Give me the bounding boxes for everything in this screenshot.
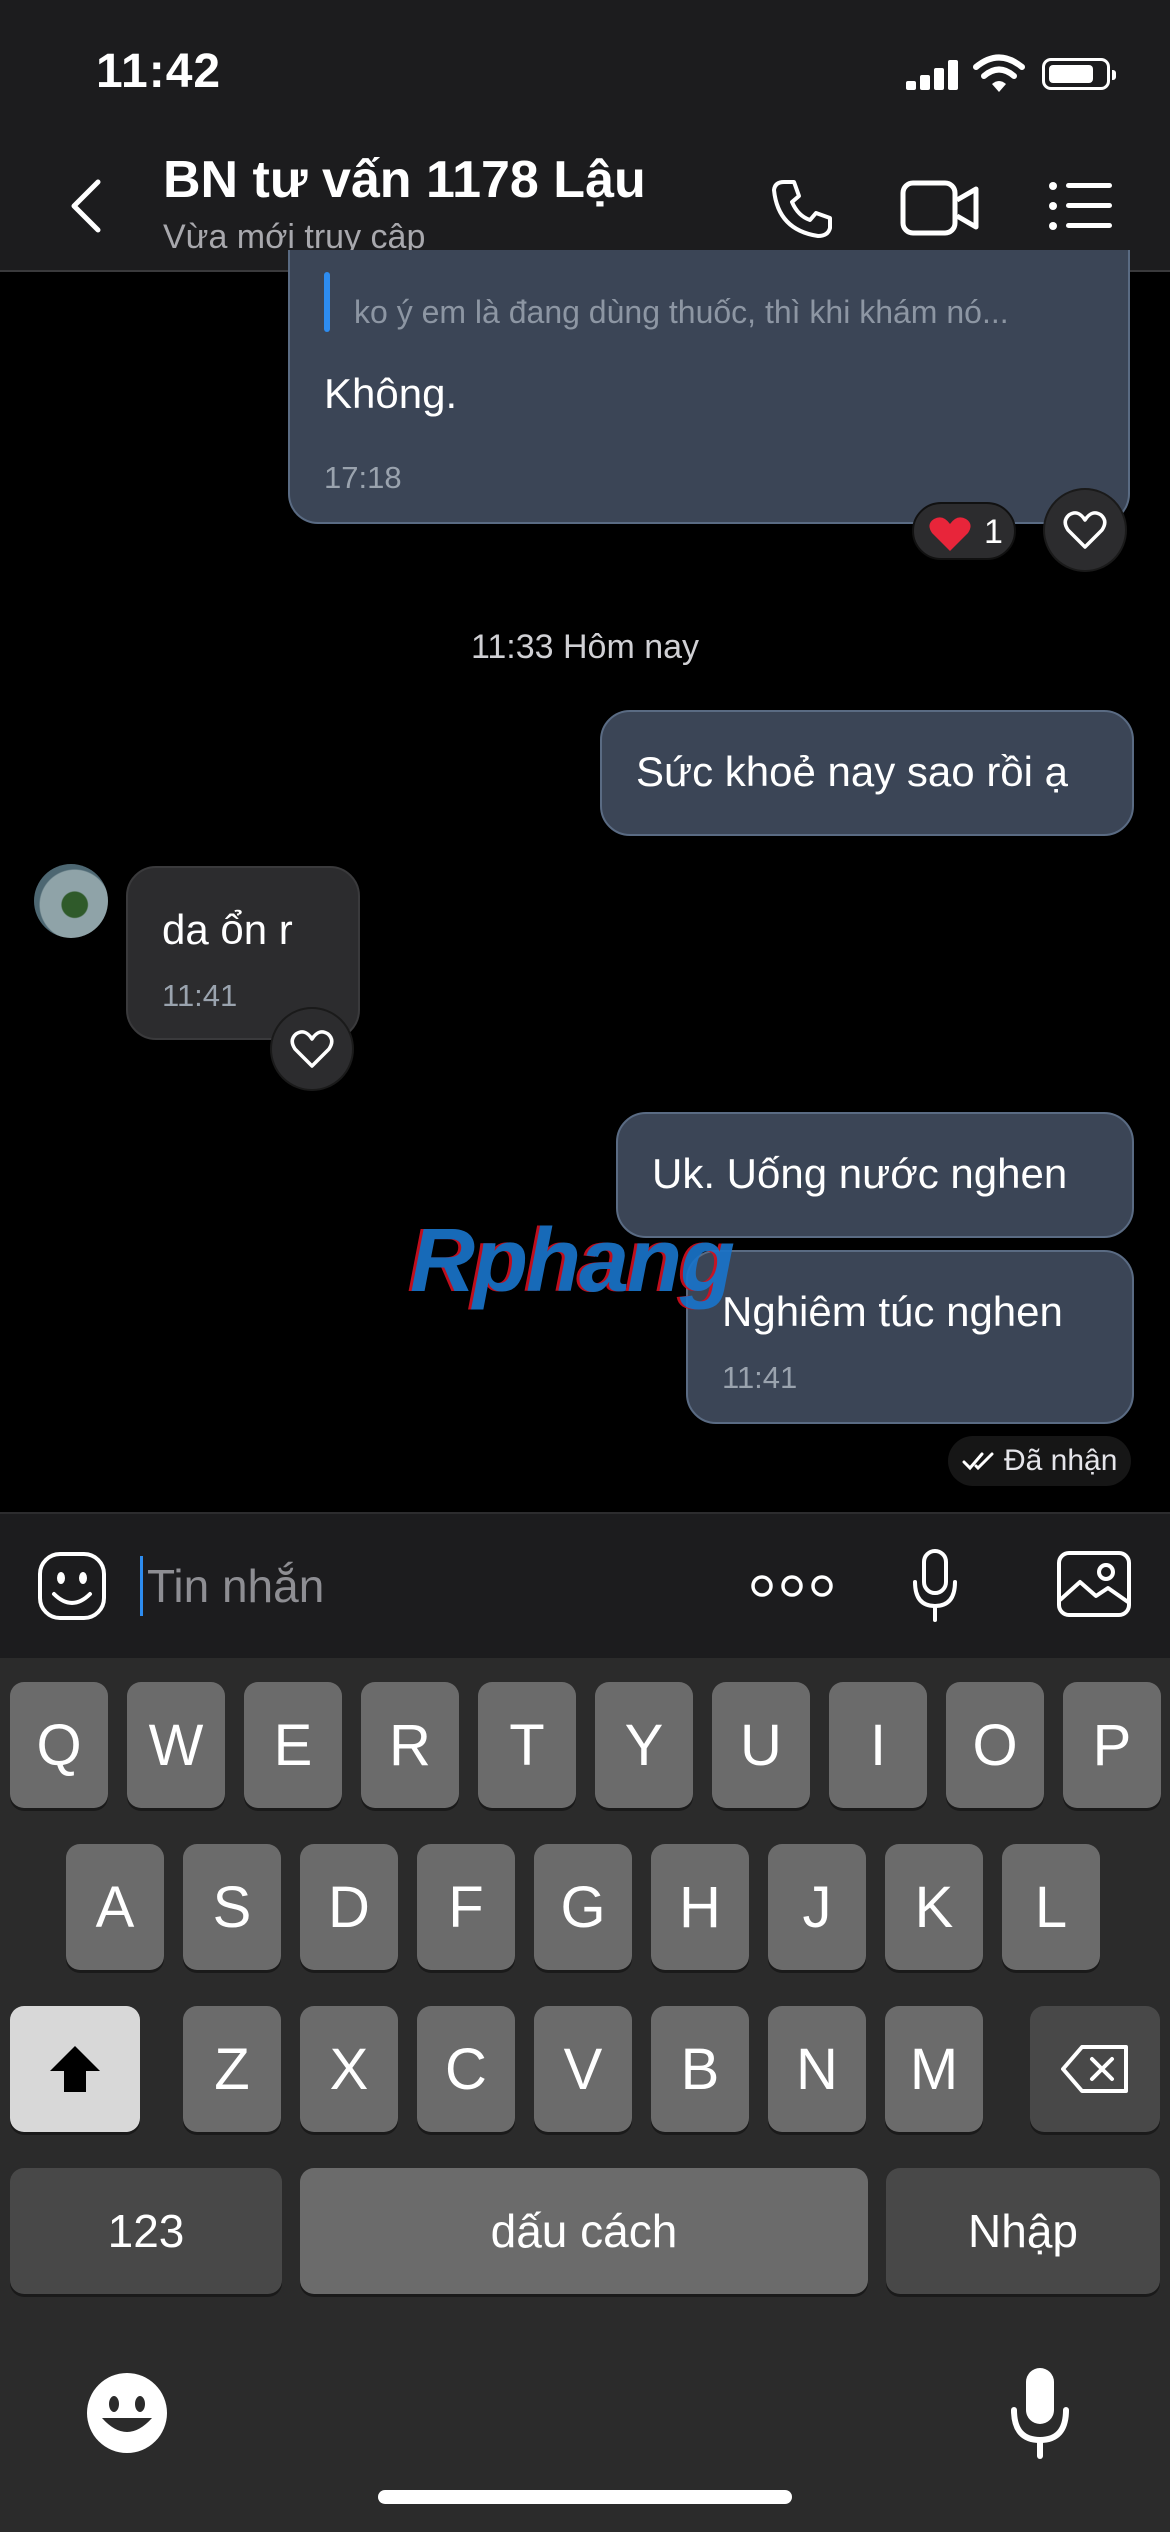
- video-call-icon[interactable]: [900, 180, 980, 236]
- outgoing-message-bubble[interactable]: [686, 1250, 1134, 1424]
- key-i[interactable]: I: [829, 1682, 927, 1808]
- image-icon[interactable]: [1056, 1550, 1132, 1618]
- back-chevron-icon[interactable]: [64, 178, 108, 234]
- key-q[interactable]: Q: [10, 1682, 108, 1808]
- delivery-status: Đã nhận: [948, 1436, 1132, 1486]
- key-e[interactable]: E: [244, 1682, 342, 1808]
- key-b[interactable]: B: [651, 2006, 749, 2132]
- home-indicator[interactable]: [378, 2490, 792, 2504]
- key-h[interactable]: H: [651, 1844, 749, 1970]
- heart-outline-icon: [1063, 511, 1107, 549]
- key-o[interactable]: O: [946, 1682, 1044, 1808]
- key-t[interactable]: T: [478, 1682, 576, 1808]
- phone-icon[interactable]: [770, 176, 834, 240]
- battery-icon: [1042, 58, 1116, 90]
- wifi-icon: [973, 54, 1025, 92]
- message-text: Uk. Uống nước nghen: [652, 1150, 1068, 1197]
- key-x[interactable]: X: [300, 2006, 398, 2132]
- key-j[interactable]: J: [768, 1844, 866, 1970]
- return-key[interactable]: Nhập: [886, 2168, 1160, 2294]
- key-k[interactable]: K: [885, 1844, 983, 1970]
- key-n[interactable]: N: [768, 2006, 866, 2132]
- key-s[interactable]: S: [183, 1844, 281, 1970]
- message-input[interactable]: [140, 1556, 707, 1616]
- key-c[interactable]: C: [417, 2006, 515, 2132]
- emoji-keyboard-icon[interactable]: [86, 2372, 168, 2454]
- shift-key[interactable]: [10, 2006, 140, 2132]
- status-time: 11:42: [96, 45, 222, 98]
- heart-reaction-icon: [929, 517, 971, 551]
- key-d[interactable]: D: [300, 1844, 398, 1970]
- more-dots-icon[interactable]: [750, 1570, 834, 1602]
- key-u[interactable]: U: [712, 1682, 810, 1808]
- cellular-signal-icon: [906, 60, 958, 90]
- dictation-microphone-icon[interactable]: [1008, 2366, 1072, 2460]
- key-l[interactable]: L: [1002, 1844, 1100, 1970]
- message-text: da ổn r: [162, 906, 293, 953]
- microphone-icon[interactable]: [910, 1548, 960, 1624]
- like-button[interactable]: [1043, 488, 1127, 572]
- like-button[interactable]: [270, 1007, 354, 1091]
- sticker-face-icon[interactable]: [36, 1550, 108, 1622]
- double-check-icon: [962, 1452, 994, 1471]
- key-f[interactable]: F: [417, 1844, 515, 1970]
- message-text: Không.: [324, 370, 458, 417]
- message-time: 17:18: [324, 460, 402, 495]
- menu-list-icon[interactable]: [1048, 180, 1114, 232]
- key-w[interactable]: W: [127, 1682, 225, 1808]
- avatar[interactable]: [34, 864, 108, 938]
- message-time: 11:41: [722, 1360, 798, 1395]
- key-a[interactable]: A: [66, 1844, 164, 1970]
- key-z[interactable]: Z: [183, 2006, 281, 2132]
- numbers-key[interactable]: 123: [10, 2168, 282, 2294]
- message-text: Sức khoẻ nay sao rồi ạ: [636, 748, 1069, 795]
- key-y[interactable]: Y: [595, 1682, 693, 1808]
- reaction-badge[interactable]: 1: [912, 502, 1016, 560]
- shift-arrow-icon: [50, 2046, 100, 2092]
- watermark-logo: Rphang: [410, 1211, 735, 1311]
- key-g[interactable]: G: [534, 1844, 632, 1970]
- key-p[interactable]: P: [1063, 1682, 1161, 1808]
- space-key[interactable]: dấu cách: [300, 2168, 868, 2294]
- heart-outline-icon: [290, 1030, 334, 1068]
- date-separator: 11:33 Hôm nay: [470, 628, 700, 666]
- backspace-key[interactable]: [1030, 2006, 1160, 2132]
- backspace-icon: [1061, 2045, 1128, 2093]
- message-time: 11:41: [162, 978, 238, 1013]
- delivery-status-text: Đã nhận: [1004, 1444, 1118, 1477]
- reaction-count: 1: [984, 513, 1003, 551]
- message-text: Nghiêm túc nghen: [722, 1288, 1063, 1335]
- key-v[interactable]: V: [534, 2006, 632, 2132]
- chat-title[interactable]: BN tư vấn 1178 Lậu: [163, 150, 646, 210]
- key-m[interactable]: M: [885, 2006, 983, 2132]
- quoted-text: ko ý em là đang dùng thuốc, thì khi khám…: [354, 294, 1009, 330]
- quote-bar: [324, 272, 330, 332]
- key-r[interactable]: R: [361, 1682, 459, 1808]
